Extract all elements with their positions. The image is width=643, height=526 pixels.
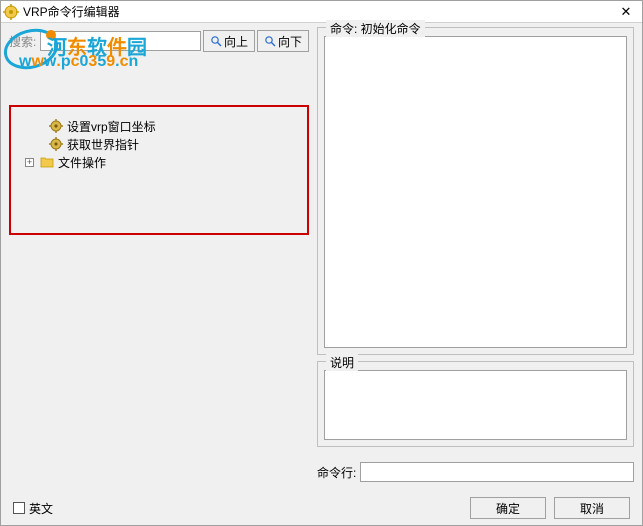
magnifier-icon xyxy=(210,35,222,47)
tree-item[interactable]: 获取世界指针 xyxy=(49,135,301,153)
english-checkbox-label: 英文 xyxy=(29,500,53,517)
ok-button[interactable]: 确定 xyxy=(470,497,546,519)
command-tree: 设置vrp窗口坐标 获取世界指针 + 文件操作 xyxy=(9,105,309,235)
command-group: 命令: 初始化命令 xyxy=(317,27,634,355)
right-column: 命令: 初始化命令 说明 命令行: xyxy=(317,27,634,483)
checkbox-icon[interactable] xyxy=(13,502,25,514)
search-row: 搜索: 向上 向下 xyxy=(9,27,309,55)
tree-item-label: 获取世界指针 xyxy=(67,136,139,153)
expand-icon[interactable]: + xyxy=(25,158,34,167)
window-title: VRP命令行编辑器 xyxy=(23,3,612,20)
search-label: 搜索: xyxy=(9,33,36,50)
titlebar: VRP命令行编辑器 ✕ xyxy=(1,1,642,23)
close-button[interactable]: ✕ xyxy=(612,2,640,22)
body: 河东软件园 www.pc0359.cn 搜索: 向上 向下 xyxy=(1,23,642,491)
gear-icon xyxy=(49,137,63,151)
description-content-box[interactable] xyxy=(324,370,627,440)
cmdline-label: 命令行: xyxy=(317,464,356,481)
tree-folder-label: 文件操作 xyxy=(58,154,106,171)
search-up-label: 向上 xyxy=(224,33,248,50)
footer: 英文 确定 取消 xyxy=(1,491,642,525)
magnifier-icon xyxy=(264,35,276,47)
tree-item[interactable]: 设置vrp窗口坐标 xyxy=(49,117,301,135)
app-icon xyxy=(3,4,19,20)
english-checkbox-row[interactable]: 英文 xyxy=(13,500,53,517)
description-group: 说明 xyxy=(317,361,634,447)
search-input[interactable] xyxy=(40,31,201,51)
cancel-button[interactable]: 取消 xyxy=(554,497,630,519)
gear-icon xyxy=(49,119,63,133)
left-column: 搜索: 向上 向下 设置vrp窗口坐标 获取世界指针 xyxy=(9,27,309,483)
command-group-title: 命令: 初始化命令 xyxy=(326,20,425,37)
cmdline-row: 命令行: xyxy=(317,461,634,483)
description-group-title: 说明 xyxy=(326,354,358,371)
app-window: VRP命令行编辑器 ✕ 河东软件园 www.pc0359.cn 搜索: 向上 xyxy=(0,0,643,526)
folder-icon xyxy=(40,156,54,168)
cmdline-input[interactable] xyxy=(360,462,634,482)
search-down-button[interactable]: 向下 xyxy=(257,30,309,52)
command-content-box[interactable] xyxy=(324,36,627,348)
tree-folder[interactable]: + 文件操作 xyxy=(25,153,301,171)
search-up-button[interactable]: 向上 xyxy=(203,30,255,52)
search-down-label: 向下 xyxy=(278,33,302,50)
tree-item-label: 设置vrp窗口坐标 xyxy=(67,118,156,135)
